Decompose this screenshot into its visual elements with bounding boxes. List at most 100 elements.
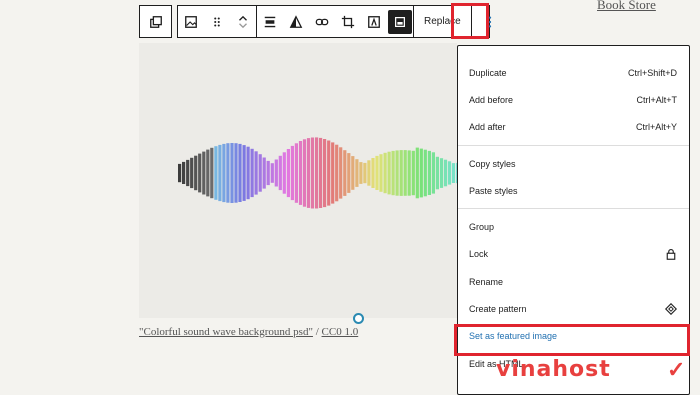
wave-bar — [182, 161, 186, 184]
wave-bar — [302, 139, 307, 207]
wave-bar — [282, 152, 286, 194]
wave-bar — [218, 144, 222, 202]
caption-link[interactable]: "Colorful sound wave background psd" — [139, 326, 313, 338]
menu-item-label: Rename — [469, 276, 504, 287]
wave-bar — [202, 151, 206, 195]
wave-bar — [443, 159, 448, 187]
wave-bar — [439, 158, 444, 188]
wave-bar — [387, 151, 391, 195]
move-up-down-icon[interactable] — [231, 10, 255, 34]
wave-bar — [427, 150, 431, 195]
wave-bar — [399, 150, 403, 196]
lock-icon — [666, 249, 676, 261]
wave-bar — [451, 163, 456, 183]
wave-bar — [198, 153, 202, 193]
wave-bar — [250, 148, 254, 198]
wave-bar — [186, 159, 190, 187]
wave-bar — [323, 139, 327, 208]
featured-image-highlight — [454, 324, 690, 356]
wave-bar — [222, 143, 226, 203]
menu-section-styles: Copy styles Paste styles — [458, 146, 689, 210]
pattern-icon — [665, 303, 677, 316]
menu-item-paste-styles[interactable]: Paste styles — [458, 177, 689, 204]
wave-bar — [391, 150, 395, 196]
wave-bar — [286, 149, 290, 198]
menu-item-lock[interactable]: Lock — [458, 241, 689, 268]
menu-item-label: Group — [469, 222, 495, 233]
wave-bar — [258, 154, 262, 192]
menu-item-group[interactable]: Group — [458, 213, 689, 240]
wave-bar — [315, 137, 319, 209]
wave-bar — [206, 149, 210, 197]
wave-bar — [278, 155, 282, 191]
wave-bar — [375, 155, 379, 190]
wave-bar — [347, 153, 351, 193]
wave-bar — [327, 140, 331, 206]
menu-item-create-pattern[interactable]: Create pattern — [458, 295, 689, 322]
expand-icon[interactable] — [388, 9, 412, 34]
caption-separator: / — [315, 326, 319, 338]
wave-bar — [230, 143, 234, 203]
more-options-highlight — [451, 3, 489, 39]
crop-icon[interactable] — [336, 10, 360, 34]
wave-bar — [423, 149, 427, 197]
menu-section-insert: Duplicate Ctrl+Shift+D Add before Ctrl+A… — [458, 46, 689, 146]
wave-bar — [431, 152, 435, 194]
wave-bar — [190, 157, 194, 189]
wave-bar — [319, 137, 323, 208]
wave-bar — [234, 143, 238, 203]
menu-item-duplicate[interactable]: Duplicate Ctrl+Shift+D — [458, 59, 689, 86]
wave-bar — [178, 163, 182, 183]
block-toolbar: Replace — [177, 5, 491, 38]
watermark-check-icon: ✓ — [667, 357, 686, 382]
wave-bar — [367, 160, 371, 186]
menu-item-copy-styles[interactable]: Copy styles — [458, 150, 689, 177]
caption-license-link[interactable]: CC0 1.0 — [322, 326, 359, 338]
wave-bar — [242, 145, 246, 201]
text-overlay-icon[interactable] — [362, 10, 386, 34]
wave-bar — [335, 144, 339, 202]
wave-bar — [238, 143, 242, 202]
wave-bar — [331, 142, 335, 204]
parent-block-icon[interactable] — [144, 10, 168, 34]
wave-bar — [379, 154, 383, 192]
parent-block-toolbar[interactable] — [139, 5, 172, 38]
wave-bar — [298, 141, 303, 205]
watermark-logo: vinahost — [496, 357, 611, 382]
wave-bar — [246, 146, 250, 200]
wave-bar — [359, 162, 363, 184]
drag-handle-icon[interactable] — [205, 10, 229, 34]
image-icon[interactable] — [179, 10, 203, 34]
wave-bar — [214, 146, 218, 200]
menu-item-add-before[interactable]: Add before Ctrl+Alt+T — [458, 86, 689, 113]
menu-item-label: Paste styles — [469, 185, 518, 196]
wave-bar — [415, 147, 419, 199]
menu-item-label: Lock — [469, 249, 489, 260]
wave-bar — [274, 159, 278, 187]
wave-bar — [371, 158, 375, 188]
wave-bar — [266, 160, 270, 186]
wave-bar — [355, 159, 359, 187]
wave-bar — [306, 138, 311, 208]
menu-shortcut: Ctrl+Alt+Y — [635, 122, 677, 133]
wave-bar — [403, 150, 407, 196]
resize-handle[interactable] — [353, 313, 364, 324]
wave-bar — [343, 150, 347, 196]
toolbar-group-block — [178, 6, 256, 37]
link-icon[interactable] — [310, 10, 334, 34]
wave-bar — [435, 156, 439, 190]
wave-bar — [194, 155, 198, 191]
menu-item-add-after[interactable]: Add after Ctrl+Alt+Y — [458, 114, 689, 141]
image-caption[interactable]: "Colorful sound wave background psd" / C… — [139, 326, 358, 338]
align-icon[interactable] — [258, 10, 282, 34]
wave-bar — [226, 143, 230, 203]
menu-shortcut: Ctrl+Alt+T — [636, 94, 677, 105]
top-link[interactable]: Book Store — [597, 0, 656, 13]
duotone-icon[interactable] — [284, 10, 308, 34]
menu-item-label: Create pattern — [469, 304, 527, 315]
wave-bar — [294, 143, 298, 203]
wave-bar — [419, 148, 423, 198]
wave-bar — [210, 147, 214, 199]
sound-wave-image — [178, 137, 460, 209]
menu-item-rename[interactable]: Rename — [458, 268, 689, 295]
